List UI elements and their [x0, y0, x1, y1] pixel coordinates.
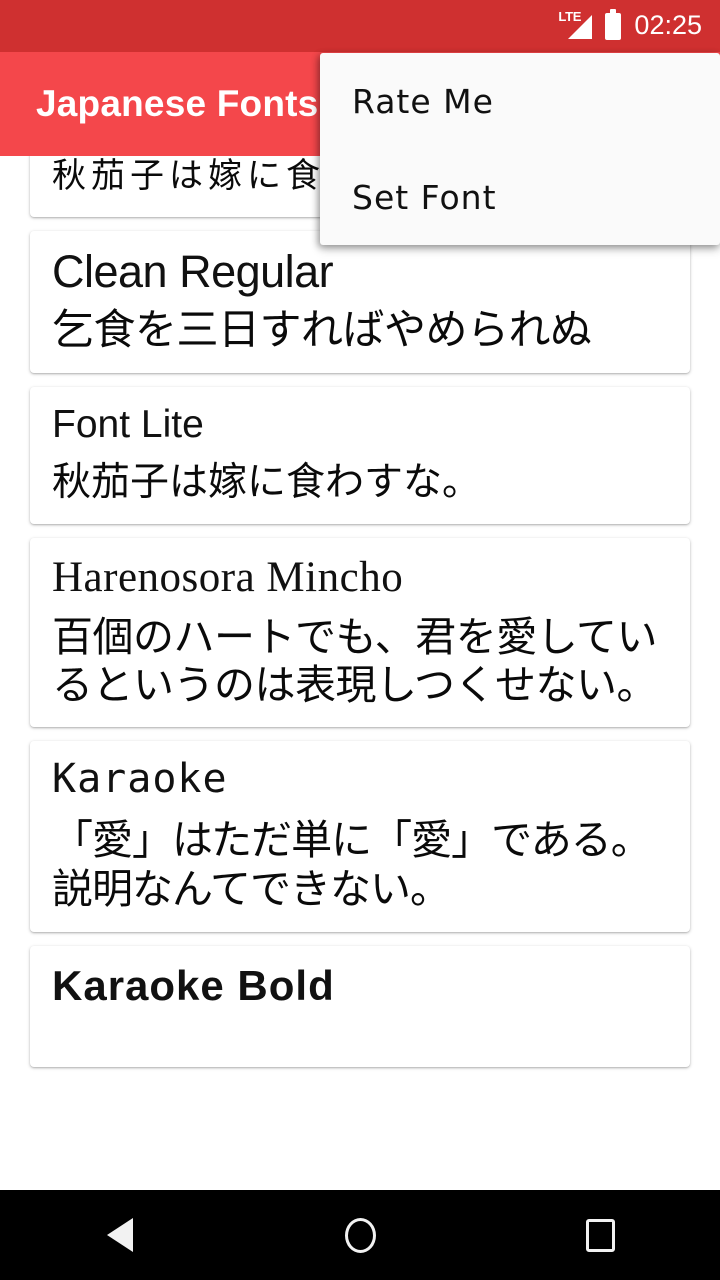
status-bar: LTE 02:25	[0, 0, 720, 52]
square-icon	[585, 1218, 615, 1252]
android-navigation-bar	[0, 1190, 720, 1280]
page-title: Japanese Fonts	[36, 83, 319, 124]
menu-item-set-font[interactable]: Set Font	[320, 149, 720, 245]
status-bar-clock: 02:25	[634, 9, 702, 40]
nav-recents-button[interactable]	[540, 1190, 660, 1280]
status-bar-right-cluster: LTE 02:25	[558, 8, 702, 41]
list-item[interactable]: Clean Regular 乞食を三日すればやめられぬ	[30, 231, 690, 374]
font-name-label: Karaoke Bold	[52, 962, 335, 1010]
font-name-label: Karaoke	[52, 756, 228, 803]
list-item[interactable]: Font Lite 秋茄子は嫁に食わすな。	[30, 387, 690, 525]
font-name-label: Clean Regular	[52, 246, 334, 298]
list-item[interactable]: Harenosora Mincho 百個のハートでも、君を愛しているというのは表…	[30, 538, 690, 728]
nav-home-button[interactable]	[300, 1190, 420, 1280]
font-name-label: Harenosora Mincho	[52, 554, 404, 602]
font-list-inner: 秋茄子は嫁に食わ Clean Regular 乞食を三日すればやめられぬ Fon…	[0, 156, 720, 1068]
nav-back-button[interactable]	[60, 1190, 180, 1280]
app-screen: LTE 02:25 Japanese Fonts 秋茄子は嫁に食わ Clean …	[0, 0, 720, 1280]
signal-triangle-icon	[568, 15, 593, 39]
triangle-left-icon	[107, 1218, 133, 1252]
overflow-menu[interactable]: Rate Me Set Font	[320, 53, 720, 245]
circle-icon	[344, 1217, 376, 1253]
signal-strength-icon: LTE	[558, 10, 593, 41]
font-sample-text: 乞食を三日すればやめられぬ	[52, 304, 592, 354]
font-sample-text: 秋茄子は嫁に食わすな。	[52, 459, 482, 505]
font-list[interactable]: 秋茄子は嫁に食わ Clean Regular 乞食を三日すればやめられぬ Fon…	[0, 156, 720, 1190]
menu-item-rate-me[interactable]: Rate Me	[320, 53, 720, 149]
font-sample-text: 「愛」はただ単に「愛」である。説明なんてできない。	[52, 816, 652, 914]
list-item[interactable]: Karaoke 「愛」はただ単に「愛」である。説明なんてできない。	[30, 741, 690, 933]
font-sample-text: 百個のハートでも、君を愛しているというのは表現しつくせない。	[52, 612, 658, 709]
battery-full-icon	[605, 8, 622, 40]
font-name-label: Font Lite	[52, 403, 204, 447]
list-item[interactable]: Karaoke Bold	[30, 946, 690, 1068]
